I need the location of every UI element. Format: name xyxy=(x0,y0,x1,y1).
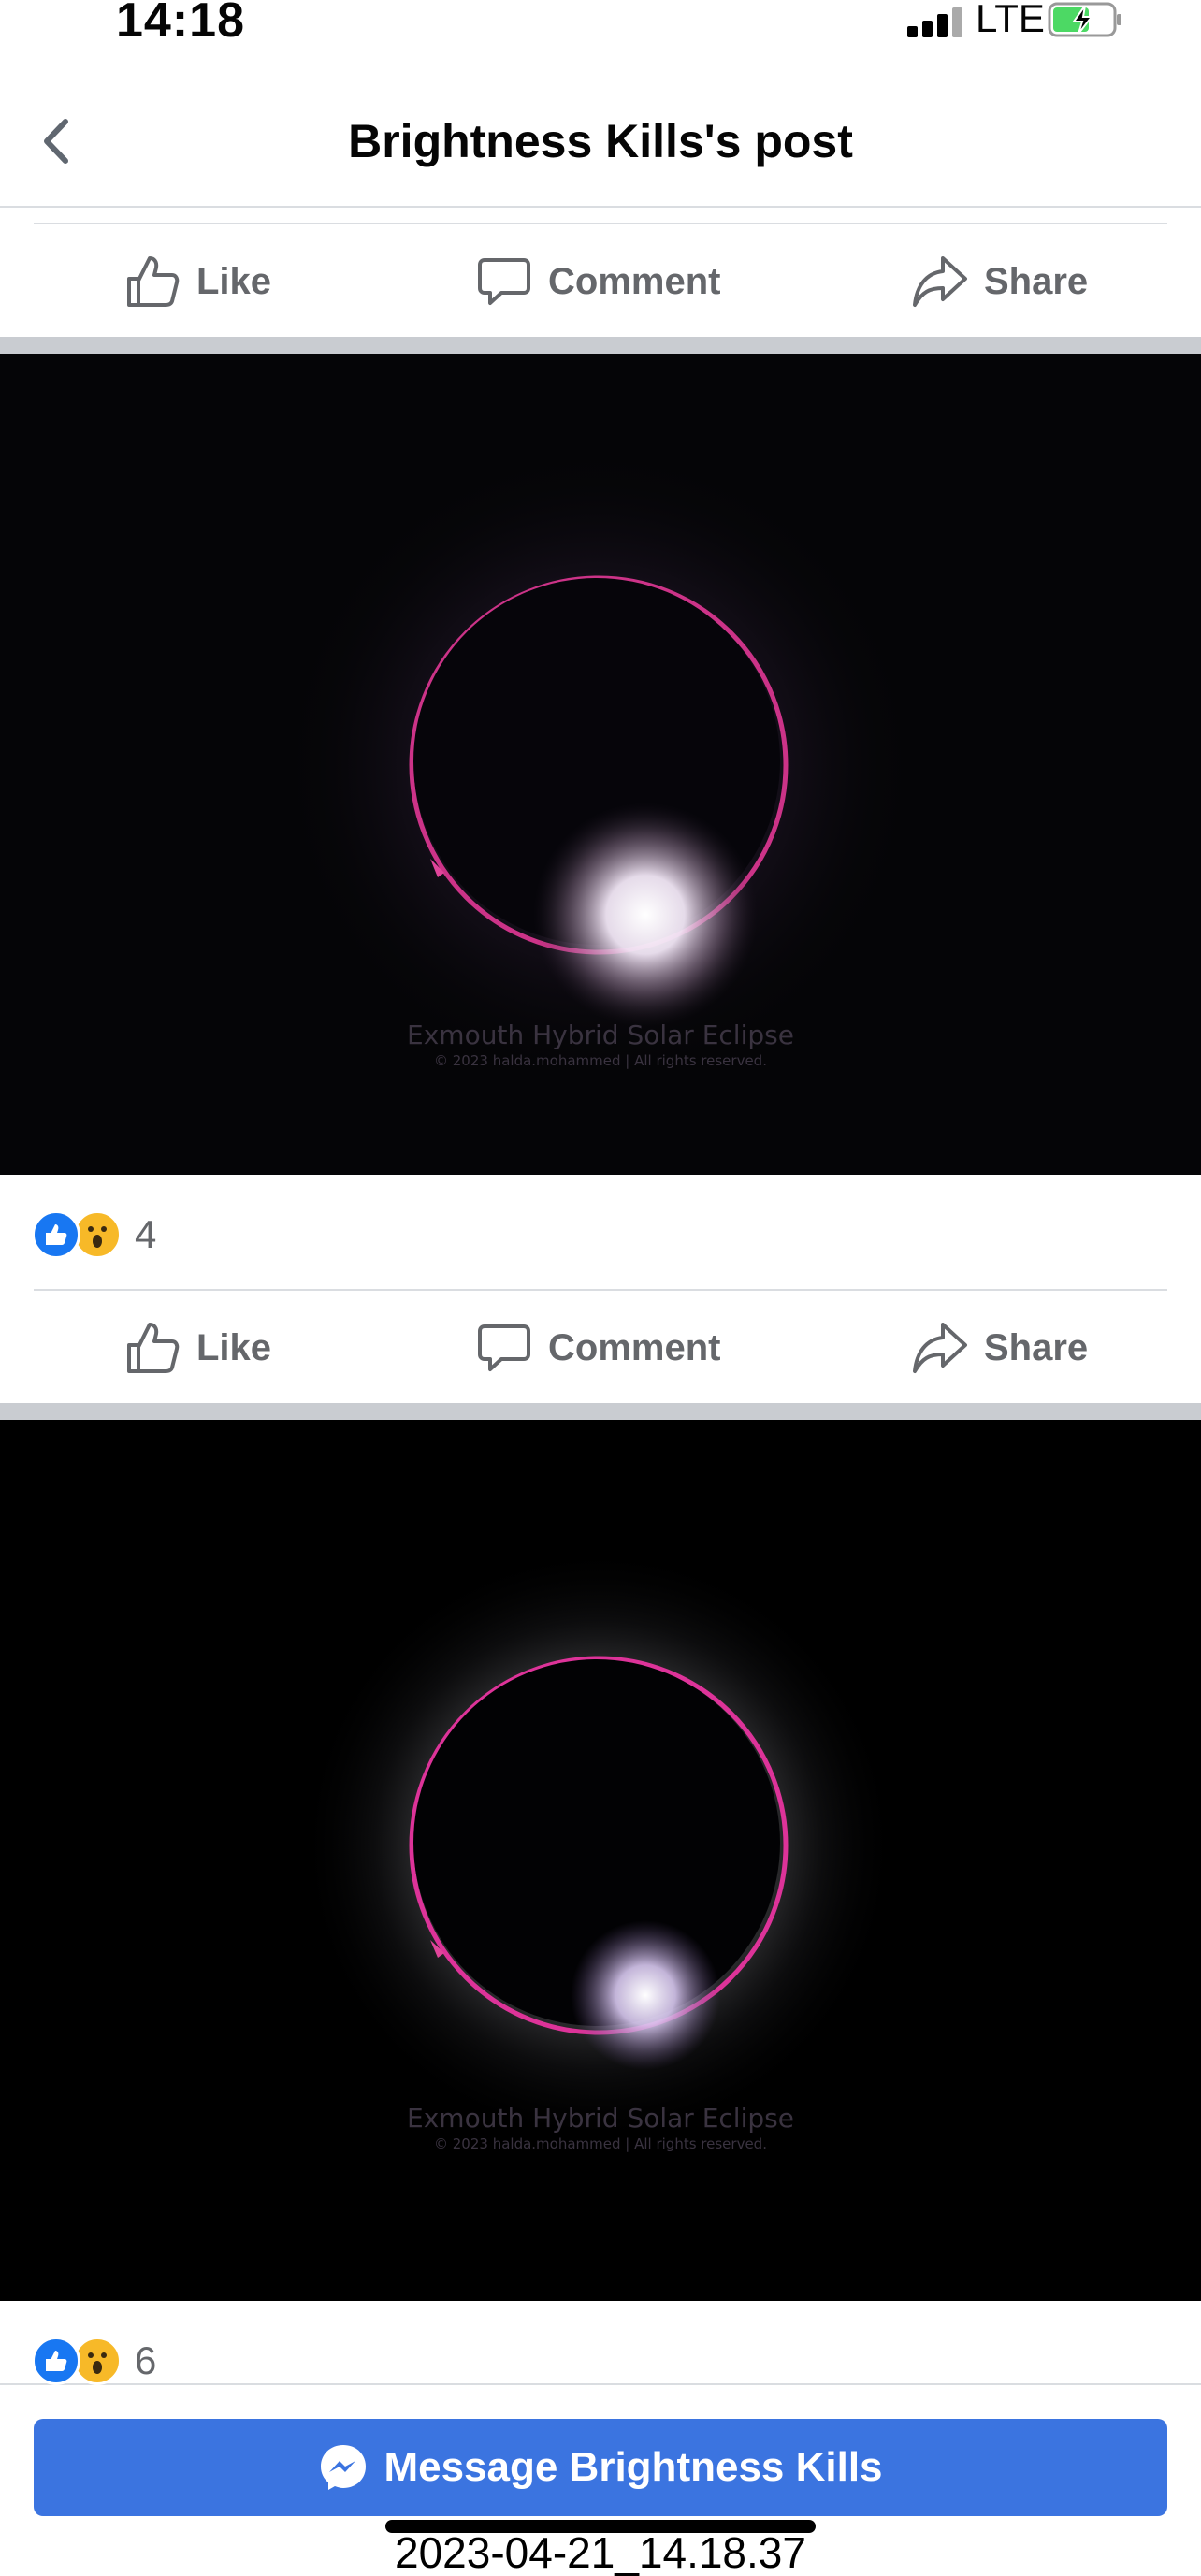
network-label: LTE xyxy=(976,0,1045,40)
comment-icon xyxy=(478,258,530,305)
screenshot-timestamp: 2023-04-21_14.18.37 xyxy=(395,2528,806,2576)
reaction-count: 4 xyxy=(135,1212,157,1256)
comment-button[interactable]: Comment xyxy=(475,251,720,312)
message-button-label: Message Brightness Kills xyxy=(383,2444,883,2490)
comment-label: Comment xyxy=(548,260,721,302)
divider xyxy=(34,223,1167,224)
image-watermark: Exmouth Hybrid Solar Eclipse © 2023 hald… xyxy=(407,2103,794,2152)
share-label: Share xyxy=(984,1326,1089,1368)
like-label: Like xyxy=(196,1326,272,1368)
header: Brightness Kills's post xyxy=(0,65,1201,208)
comment-icon xyxy=(478,1324,530,1371)
share-label: Share xyxy=(984,260,1089,302)
status-bar: 14:18 LTE xyxy=(0,0,1201,65)
status-time: 14:18 xyxy=(116,0,245,48)
thumbs-up-icon xyxy=(127,256,180,307)
messenger-icon xyxy=(321,2445,367,2490)
message-button[interactable]: Message Brightness Kills xyxy=(34,2419,1167,2516)
share-button[interactable]: Share xyxy=(911,1317,1088,1379)
bottom-bar: Message Brightness Kills 2023-04-21_14.1… xyxy=(0,2383,1201,2576)
post-photo[interactable]: Exmouth Hybrid Solar Eclipse © 2023 hald… xyxy=(0,1420,1201,2301)
comment-label: Comment xyxy=(548,1326,721,1368)
reactions-summary[interactable]: 4 xyxy=(32,1207,156,1263)
like-reaction-icon xyxy=(32,2337,80,2385)
post-photo[interactable]: Exmouth Hybrid Solar Eclipse © 2023 hald… xyxy=(0,354,1201,1175)
reaction-count: 6 xyxy=(135,2338,157,2382)
comment-button[interactable]: Comment xyxy=(475,1317,720,1379)
like-reaction-icon xyxy=(32,1210,80,1259)
share-icon xyxy=(913,1323,967,1373)
thumbs-up-icon xyxy=(127,1323,180,1373)
post-separator xyxy=(0,337,1201,354)
action-bar: Like Comment Share xyxy=(0,223,1201,335)
divider xyxy=(34,1289,1167,1291)
signal-icon xyxy=(907,7,965,37)
page-title: Brightness Kills's post xyxy=(348,115,853,167)
reactions-summary[interactable]: 6 xyxy=(32,2333,156,2389)
post-page: 14:18 LTE Brightness Kills's post Like C… xyxy=(0,0,1201,2576)
post-separator xyxy=(0,1403,1201,1420)
like-label: Like xyxy=(196,260,272,302)
like-button[interactable]: Like xyxy=(123,1317,271,1379)
battery-charging-icon xyxy=(1048,2,1121,37)
image-watermark: Exmouth Hybrid Solar Eclipse © 2023 hald… xyxy=(407,1020,794,1069)
share-button[interactable]: Share xyxy=(911,251,1088,312)
eclipse-image xyxy=(0,1420,1201,2301)
action-bar: Like Comment Share xyxy=(0,1289,1201,1401)
like-button[interactable]: Like xyxy=(123,251,271,312)
share-icon xyxy=(913,256,967,307)
